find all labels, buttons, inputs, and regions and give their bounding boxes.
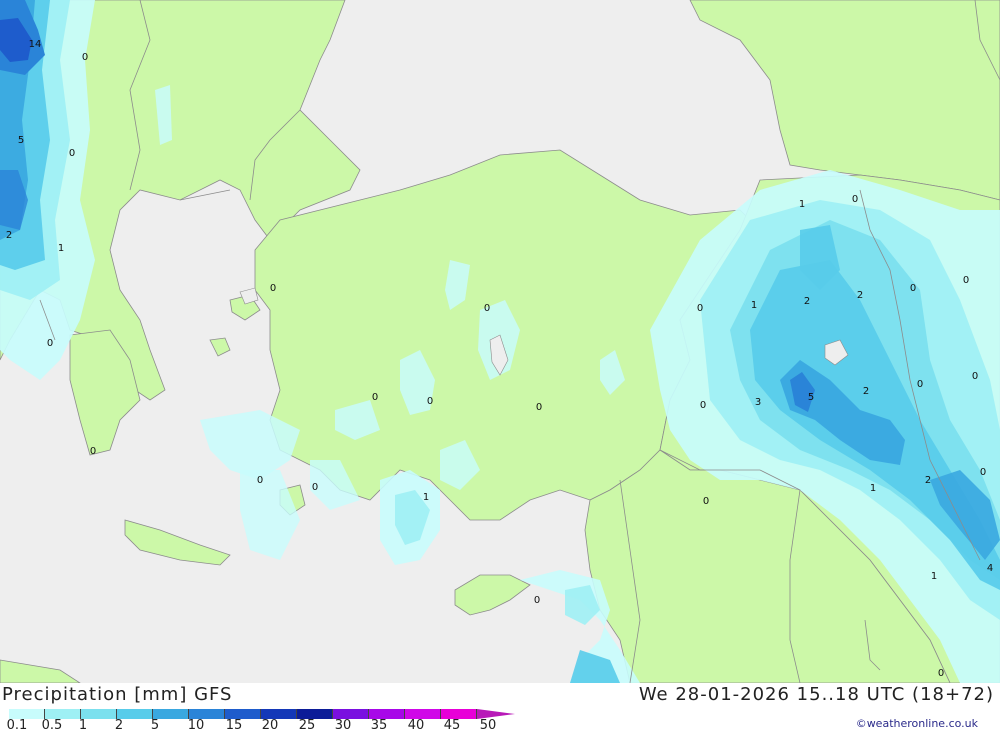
map-label: 0 [82,52,88,63]
map-label: 4 [987,563,993,574]
map-label: 1 [58,243,64,254]
map-label: 0 [917,379,923,390]
map-label: 0 [852,194,858,205]
map-label: 0 [47,338,53,349]
map-label: 14 [29,39,42,50]
map-label: 0 [69,148,75,159]
legend-label: 10 [187,718,205,733]
legend-label: 45 [443,718,461,733]
map-label: 1 [799,199,805,210]
map-label: 0 [312,482,318,493]
legend-labels: 0.1 0.5 1 2 5 10 15 20 25 30 35 40 45 50 [0,718,520,733]
legend-label: 0.5 [41,718,63,733]
map-label: 0 [484,303,490,314]
map-label: 1 [423,492,429,503]
legend-label: 40 [407,718,425,733]
map-label: 1 [870,483,876,494]
map-label: 2 [804,296,810,307]
map-label: 2 [6,230,12,241]
map-label: 0 [372,392,378,403]
map-label: 2 [925,475,931,486]
map-label: 0 [980,467,986,478]
legend-label: 5 [150,718,160,733]
map-label: 5 [808,392,814,403]
legend-label: 50 [479,718,497,733]
map-label: 0 [90,446,96,457]
map-title: Precipitation [mm] GFS [2,684,233,705]
map-label: 3 [755,397,761,408]
precipitation-map: 14 0 5 0 2 1 0 0 0 0 0 0 0 0 0 1 1 0 0 1… [0,0,1000,683]
legend-label: 25 [298,718,316,733]
map-label: 0 [697,303,703,314]
legend-label: 35 [370,718,388,733]
legend-label: 30 [334,718,352,733]
credit-link[interactable]: ©weatheronline.co.uk [856,717,978,730]
map-label: 0 [703,496,709,507]
map-label: 5 [18,135,24,146]
map-label: 2 [863,386,869,397]
map-label: 1 [751,300,757,311]
legend-label: 1 [78,718,88,733]
map-label: 0 [534,595,540,606]
map-label: 1 [931,571,937,582]
map-label: 0 [536,402,542,413]
map-label: 0 [972,371,978,382]
map-label: 0 [700,400,706,411]
map-label: 2 [857,290,863,301]
legend-label: 20 [261,718,279,733]
map-label: 0 [963,275,969,286]
map-label: 0 [257,475,263,486]
legend-label: 2 [114,718,124,733]
map-label: 0 [938,668,944,679]
map-label: 0 [270,283,276,294]
legend-label: 0.1 [6,718,28,733]
forecast-datetime: We 28-01-2026 15..18 UTC (18+72) [638,684,994,705]
map-label: 0 [910,283,916,294]
map-label: 0 [427,396,433,407]
legend-label: 15 [225,718,243,733]
